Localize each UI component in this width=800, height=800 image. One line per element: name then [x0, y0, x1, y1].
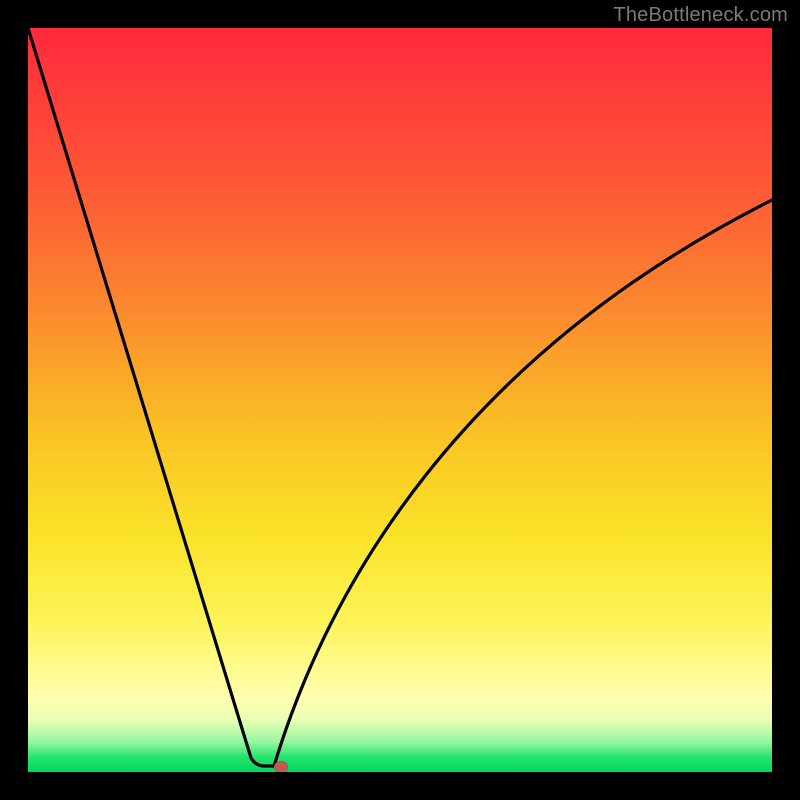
minimum-marker — [274, 761, 288, 772]
plot-area — [28, 28, 772, 772]
chart-stage: TheBottleneck.com — [0, 0, 800, 800]
bottleneck-curve — [28, 28, 772, 772]
watermark-text: TheBottleneck.com — [613, 4, 788, 27]
